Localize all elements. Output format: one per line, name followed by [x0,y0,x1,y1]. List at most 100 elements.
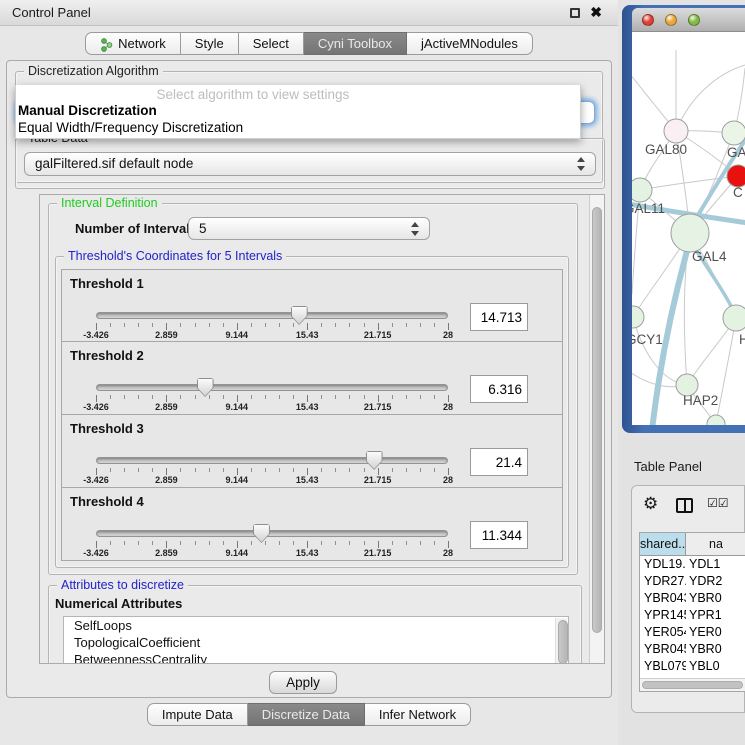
threshold-slider[interactable]: -3.4262.8599.14415.4321.71528 [96,488,448,561]
column-header-name[interactable]: na [686,533,745,555]
tab-impute-data[interactable]: Impute Data [147,703,248,726]
attribute-list-item[interactable]: TopologicalCoefficient [64,634,568,651]
list-scrollbar[interactable] [555,618,567,663]
tick-mark [223,541,224,545]
checkboxes-icon[interactable]: ☑☑ [707,496,729,510]
table-row[interactable]: YBR045CYBR0 [640,641,745,658]
tick-mark [378,395,379,402]
network-node[interactable] [632,306,644,328]
minimize-traffic-light-icon[interactable] [665,14,677,26]
table-row[interactable]: YBL079WYBL0 [640,658,745,675]
tick-mark [152,541,153,545]
threshold-value-field[interactable]: 14.713 [470,303,528,331]
tick-mark [448,395,449,402]
attribute-list-item[interactable]: SelfLoops [64,617,568,634]
network-canvas[interactable]: GAL80GACGAL11GAL4GCY1HHAP2 [632,32,745,425]
cell-name[interactable]: YDR2 [686,573,745,590]
cell-name[interactable]: YPR1 [686,607,745,624]
table-row[interactable]: YBR043CYBR0 [640,590,745,607]
scrollbar-thumb[interactable] [592,207,602,633]
tab-select[interactable]: Select [239,32,304,55]
network-window-titlebar[interactable] [632,8,745,32]
column-header-shared[interactable]: shared... [640,533,686,555]
cell-shared-name[interactable]: YBR045C [640,641,686,658]
tick-mark [392,323,393,327]
tick-mark [406,468,407,472]
tick-mark [138,323,139,327]
tab-network[interactable]: Network [85,32,181,55]
threshold-value-field[interactable]: 11.344 [470,521,528,549]
tick-mark [335,395,336,399]
dropdown-item-manual-discretization[interactable]: Manual Discretization [18,103,157,118]
threshold-value-field[interactable]: 21.4 [470,448,528,476]
cell-name[interactable]: YBL0 [686,658,745,675]
tab-infer-network[interactable]: Infer Network [365,703,471,726]
scrollbar-thumb[interactable] [642,681,743,689]
attribute-list-item[interactable]: BetweennessCentrality [64,651,568,663]
slider-track[interactable] [96,457,448,464]
tick-mark [349,468,350,472]
cell-shared-name[interactable]: YBR043C [640,590,686,607]
num-intervals-combobox[interactable]: 5 [188,217,430,240]
table-data-combobox[interactable]: galFiltered.sif default node [24,152,596,176]
network-node[interactable] [722,121,745,145]
threshold-slider[interactable]: -3.4262.8599.14415.4321.71528 [96,415,448,488]
cell-shared-name[interactable]: YER054C [640,624,686,641]
table-panel-box: ⚙ ☑☑ shared... na YDL19...YDL1YDR27...YD… [631,485,745,713]
slider-track[interactable] [96,530,448,537]
cell-shared-name[interactable]: YDR27... [640,573,686,590]
threshold-slider[interactable]: -3.4262.8599.14415.4321.71528 [96,270,448,343]
table-row[interactable]: YDR27...YDR2 [640,573,745,590]
cell-shared-name[interactable]: YDL19... [640,556,686,573]
cell-name[interactable]: YDL1 [686,556,745,573]
cell-shared-name[interactable]: YPR145W [640,607,686,624]
horizontal-scrollbar[interactable] [640,678,745,691]
group-title: Attributes to discretize [57,578,188,592]
numerical-attributes-list[interactable]: SelfLoopsTopologicalCoefficientBetweenne… [63,616,569,663]
apply-button[interactable]: Apply [269,671,337,694]
cell-name[interactable]: YBR0 [686,641,745,658]
close-icon[interactable]: ✖ [590,4,602,21]
table-row[interactable]: YER054CYER0 [640,624,745,641]
close-traffic-light-icon[interactable] [642,14,654,26]
tick-label: 28 [443,330,453,340]
tab-jactivemnodules[interactable]: jActiveMNodules [407,32,533,55]
slider-track[interactable] [96,384,448,391]
split-columns-icon[interactable] [676,498,693,513]
interval-definition-group: Interval Definition Number of Intervals … [48,203,578,575]
network-edge [716,318,736,424]
cell-name[interactable]: YBR0 [686,590,745,607]
cell-shared-name[interactable]: YBL079W [640,658,686,675]
tab-style[interactable]: Style [181,32,239,55]
cell-name[interactable]: YER0 [686,624,745,641]
scrollbar-thumb[interactable] [558,620,568,663]
tick-mark [293,395,294,399]
tick-mark [321,468,322,472]
tab-cyni-toolbox[interactable]: Cyni Toolbox [304,32,407,55]
table-row[interactable]: YDL19...YDL1 [640,556,745,573]
group-title: Interval Definition [57,196,162,210]
network-node[interactable] [727,165,745,187]
network-node[interactable] [664,119,688,143]
tick-mark [96,323,97,330]
dropdown-item-equal-width-frequency[interactable]: Equal Width/Frequency Discretization [18,120,243,135]
float-window-icon[interactable] [570,8,580,18]
tick-mark [195,395,196,399]
network-node[interactable] [632,178,652,202]
table-row[interactable]: YPR145WYPR1 [640,607,745,624]
zoom-traffic-light-icon[interactable] [688,14,700,26]
threshold-slider[interactable]: -3.4262.8599.14415.4321.71528 [96,342,448,415]
tick-mark [237,541,238,548]
network-node[interactable] [723,305,745,331]
tick-mark [195,468,196,472]
slider-track[interactable] [96,312,448,319]
node-table[interactable]: shared... na YDL19...YDL1YDR27...YDR2YBR… [639,532,745,692]
tab-discretize-data[interactable]: Discretize Data [248,703,365,726]
threshold-value-field[interactable]: 6.316 [470,375,528,403]
pane-scrollbar[interactable] [589,195,604,663]
network-node[interactable] [671,214,709,252]
tick-mark [96,395,97,402]
tick-label: 21.715 [364,475,392,485]
gear-icon[interactable]: ⚙ [643,494,658,514]
tab-label: Style [195,33,224,55]
